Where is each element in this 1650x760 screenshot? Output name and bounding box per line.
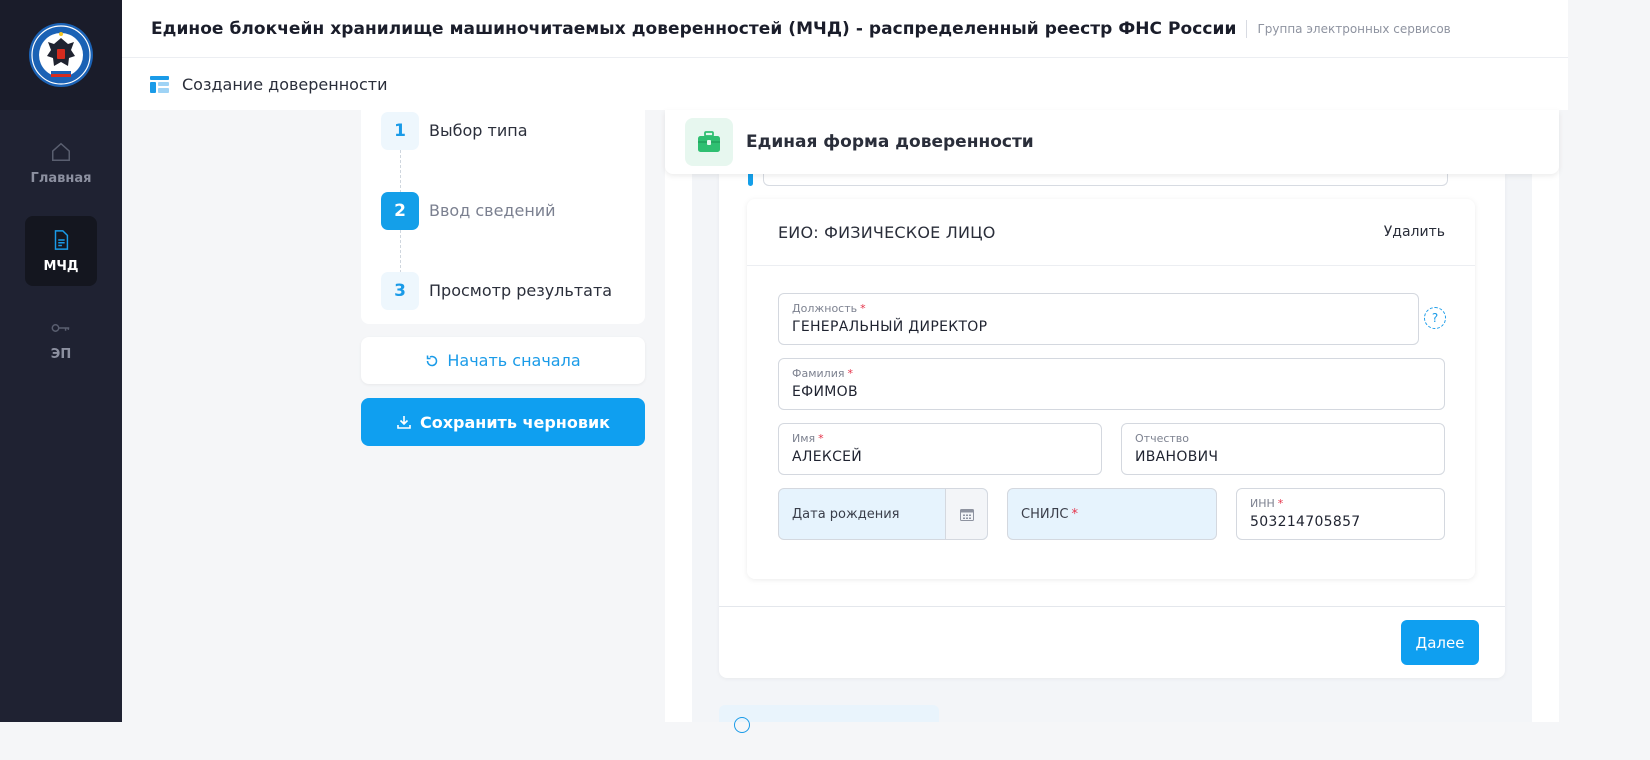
person-card-title: ЕИО: ФИЗИЧЕСКОЕ ЛИЦО [778,222,996,242]
step-label: Выбор типа [429,121,528,140]
briefcase-icon-wrap [685,118,733,166]
header-separator [1246,19,1248,38]
form-title: Единая форма доверенности [746,132,1034,152]
step-label: Просмотр результата [429,281,613,300]
top-header: Единое блокчейн хранилище машиночитаемых… [122,0,1568,58]
nav-label-ep: ЭП [50,346,72,362]
field-label: Имя * [792,432,824,445]
app-title: Единое блокчейн хранилище машиночитаемых… [151,18,1237,39]
form-header: Единая форма доверенности [665,110,1559,174]
footer-divider [719,606,1505,607]
snils-field[interactable]: СНИЛС * [1007,488,1217,540]
last-name-field[interactable]: Фамилия * ЕФИМОВ [778,358,1445,410]
person-card-header: ЕИО: ФИЗИЧЕСКОЕ ЛИЦО Удалить [747,199,1475,266]
calendar-icon [959,508,974,521]
position-field[interactable]: Должность * ГЕНЕРАЛЬНЫЙ ДИРЕКТОР [778,293,1419,345]
layout-icon [150,75,169,93]
step-2[interactable]: 2 Ввод сведений [381,192,556,230]
field-value: ИВАНОВИЧ [1135,449,1219,465]
step-3[interactable]: 3 Просмотр результата [381,272,612,310]
step-1[interactable]: 1 Выбор типа [381,112,528,150]
wizard-steps: 1 Выбор типа 2 Ввод сведений 3 Просмотр … [361,110,645,324]
page-header: Создание доверенности [122,58,1568,110]
field-label: Должность * [792,302,866,315]
inn-field[interactable]: ИНН * 503214705857 [1236,488,1445,540]
delete-button[interactable]: Удалить [1384,224,1445,240]
calendar-button[interactable] [945,489,987,539]
field-value: 503214705857 [1250,514,1361,530]
first-name-field[interactable]: Имя * АЛЕКСЕЙ [778,423,1102,475]
info-icon [734,717,750,733]
help-icon[interactable]: ? [1424,307,1446,329]
field-label: Отчество [1135,432,1190,445]
field-label: ИНН * [1250,497,1284,510]
step-label: Ввод сведений [429,201,556,220]
app-subtitle[interactable]: Группа электронных сервисов [1257,22,1450,36]
field-value: ГЕНЕРАЛЬНЫЙ ДИРЕКТОР [792,319,988,335]
home-icon [52,142,70,161]
step-number: 2 [381,192,419,230]
page-title: Создание доверенности [182,74,388,94]
side-nav: Главная МЧД ЭП [0,110,122,392]
refresh-icon [427,355,438,366]
nav-item-mchd[interactable]: МЧД [25,216,97,286]
field-value: ЕФИМОВ [792,384,858,400]
patronymic-field[interactable]: Отчество ИВАНОВИЧ [1121,423,1445,475]
briefcase-icon [698,131,720,152]
download-icon [397,416,411,429]
next-button[interactable]: Далее [1401,620,1479,665]
logo-area [0,0,122,110]
save-draft-button[interactable]: Сохранить черновик [361,398,645,446]
step-number: 3 [381,272,419,310]
field-label: Дата рождения [792,506,900,522]
field-label: Фамилия * [792,367,853,380]
field-label: СНИЛС * [1021,506,1078,522]
save-draft-label: Сохранить черновик [419,412,611,432]
next-section-stub[interactable] [719,705,939,722]
document-icon [54,229,69,250]
nav-label-home: Главная [30,170,92,186]
step-number: 1 [381,112,419,150]
restart-label: Начать сначала [447,351,581,370]
nav-label-mchd: МЧД [43,258,79,274]
restart-button[interactable]: Начать сначала [361,337,645,384]
fns-emblem-icon[interactable] [28,22,94,88]
nav-item-home[interactable]: Главная [25,128,97,198]
sidebar: Главная МЧД ЭП [0,0,122,722]
key-icon [51,323,70,332]
field-value: АЛЕКСЕЙ [792,449,863,465]
nav-item-ep[interactable]: ЭП [25,304,97,374]
birth-date-field[interactable]: Дата рождения [778,488,988,540]
